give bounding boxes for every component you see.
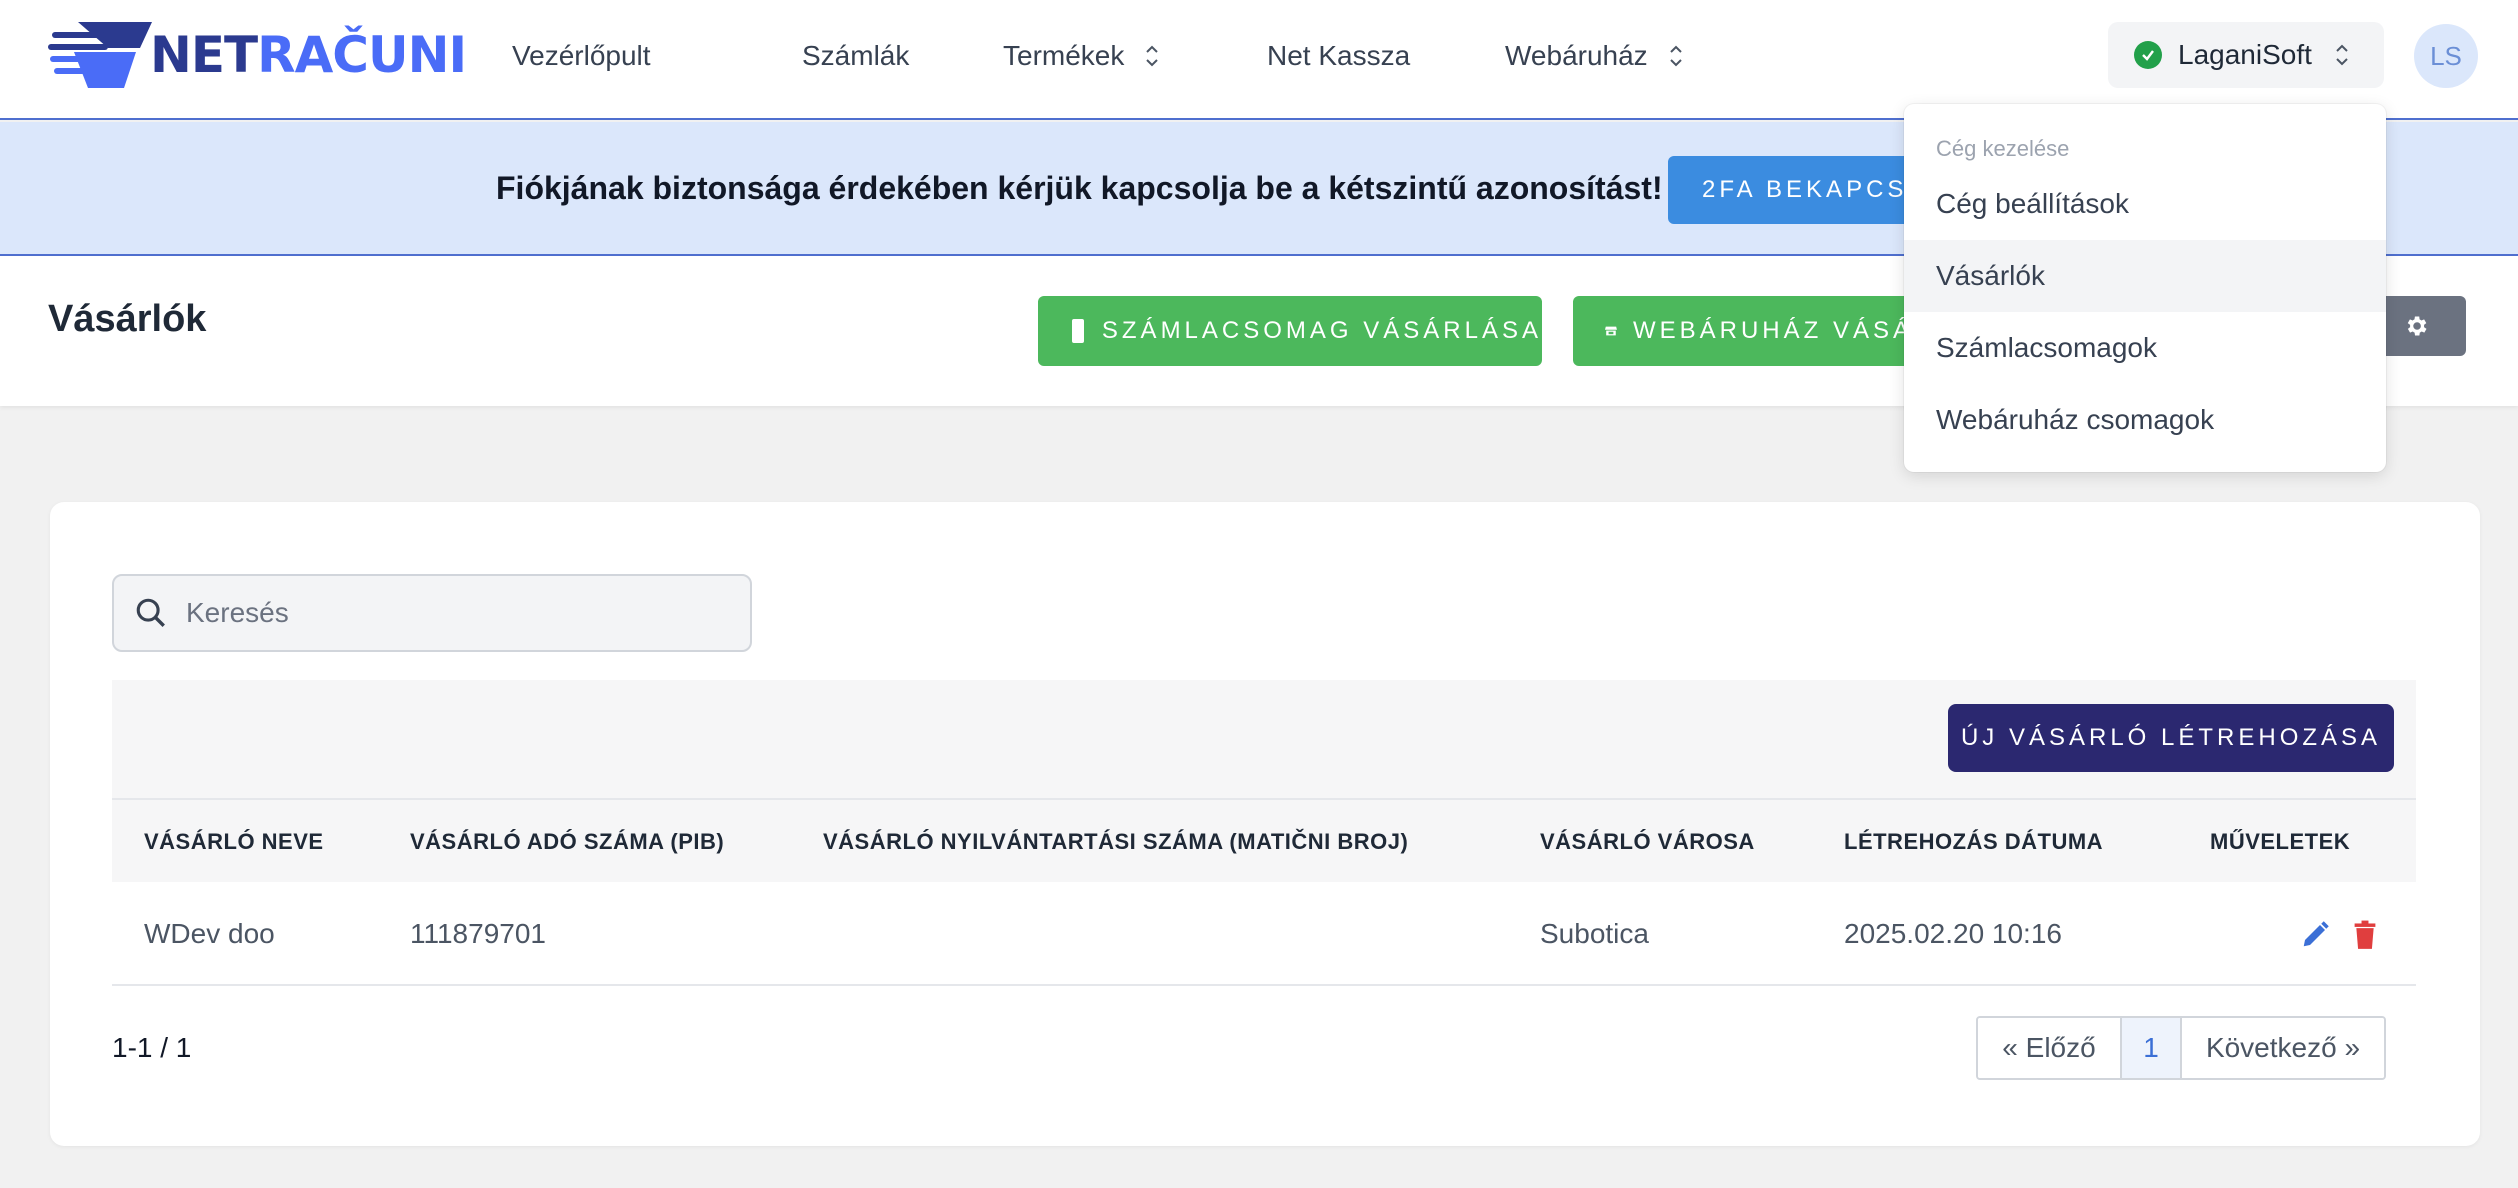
cell-created: 2025.02.20 10:16 [1844, 918, 2062, 949]
table-row: WDev doo 111879701 Subotica 2025.02.20 1… [112, 882, 2416, 986]
pagination-prev[interactable]: « Előző [1978, 1018, 2120, 1078]
cell-city: Subotica [1540, 918, 1649, 949]
check-circle-icon [2134, 41, 2162, 69]
buy-invoice-package-label: SZÁMLACSOMAG VÁSÁRLÁSA [1101, 317, 1542, 344]
company-name: LaganiSoft [2178, 39, 2312, 70]
customers-card: ÚJ VÁSÁRLÓ LÉTREHOZÁSA VÁSÁRLÓ NEVE VÁSÁ… [50, 502, 2480, 1146]
nav-net-kassza-label: Net Kassza [1267, 40, 1411, 71]
gear-icon [2407, 316, 2427, 336]
nav-webshop[interactable]: Webáruház [1505, 36, 1684, 76]
receipt-icon [1072, 319, 1084, 343]
table-header: VÁSÁRLÓ NEVE VÁSÁRLÓ ADÓ SZÁMA (PIB) VÁS… [112, 798, 2416, 882]
nav-net-kassza[interactable]: Net Kassza [1267, 36, 1410, 76]
search-input[interactable] [186, 597, 726, 629]
buy-invoice-package-button[interactable]: SZÁMLACSOMAG VÁSÁRLÁSA [1038, 296, 1542, 366]
delete-button[interactable] [2348, 918, 2382, 952]
logo-text: NETRAČUNI [150, 26, 467, 84]
menu-item-company-settings[interactable]: Cég beállítások [1904, 168, 2386, 240]
pagination-page-1[interactable]: 1 [2120, 1018, 2182, 1078]
avatar[interactable]: LS [2414, 24, 2478, 88]
chevron-up-down-icon [2336, 44, 2348, 66]
nav-products[interactable]: Termékek [1003, 36, 1160, 76]
column-header-created[interactable]: LÉTREHOZÁS DÁTUMA [1844, 800, 2103, 884]
menu-item-customers[interactable]: Vásárlók [1904, 240, 2386, 312]
logo[interactable]: NETRAČUNI [48, 18, 467, 92]
company-switcher-button[interactable]: LaganiSoft [2108, 22, 2384, 88]
nav-dashboard-label: Vezérlőpult [512, 40, 651, 71]
result-count: 1-1 / 1 [112, 1032, 192, 1063]
search-icon [136, 598, 165, 627]
pagination: « Előző 1 Következő » [1976, 1016, 2386, 1080]
column-header-mb[interactable]: VÁSÁRLÓ NYILVÁNTARTÁSI SZÁMA (MATIČNI BR… [823, 800, 1408, 884]
page-title: Vásárlók [48, 298, 207, 340]
enable-2fa-button[interactable]: 2FA BEKAPCSO [1668, 156, 1928, 224]
top-navbar: NETRAČUNI Vezérlőpult Számlák Termékek N… [0, 0, 2518, 120]
store-icon [1605, 326, 1617, 336]
chevron-up-down-icon [1146, 45, 1159, 67]
nav-invoices-label: Számlák [802, 40, 910, 71]
nav-webshop-label: Webáruház [1505, 40, 1648, 71]
logo-text-net: NET [150, 26, 258, 84]
company-dropdown-menu: Cég kezelése Cég beállítások Vásárlók Sz… [1904, 104, 2386, 472]
pagination-next[interactable]: Következő » [2182, 1018, 2384, 1078]
pencil-icon [2303, 921, 2329, 947]
nav-products-label: Termékek [1003, 40, 1125, 71]
column-header-actions: MŰVELETEK [2210, 829, 2351, 854]
new-customer-button[interactable]: ÚJ VÁSÁRLÓ LÉTREHOZÁSA [1948, 704, 2394, 772]
dropdown-header: Cég kezelése [1936, 136, 2070, 161]
column-header-pib[interactable]: VÁSÁRLÓ ADÓ SZÁMA (PIB) [410, 800, 724, 884]
buy-webshop-package-label: WEBÁRUHÁZ VÁSÁ [1632, 317, 1913, 344]
edit-button[interactable] [2298, 918, 2332, 952]
column-header-name[interactable]: VÁSÁRLÓ NEVE [144, 800, 324, 884]
cell-name: WDev doo [144, 918, 275, 949]
nav-dashboard[interactable]: Vezérlőpult [512, 36, 651, 76]
nav-invoices[interactable]: Számlák [802, 36, 909, 76]
banner-text: Fiókjának biztonsága érdekében kérjük ka… [496, 170, 1663, 206]
menu-item-webshop-packages[interactable]: Webáruház csomagok [1904, 384, 2386, 456]
search-box [112, 574, 752, 652]
trash-icon [2354, 920, 2376, 949]
buy-webshop-package-button[interactable]: WEBÁRUHÁZ VÁSÁ [1573, 296, 1913, 366]
chevron-up-down-icon [1669, 45, 1682, 67]
column-header-city[interactable]: VÁSÁRLÓ VÁROSA [1540, 800, 1755, 884]
logo-mark-icon [48, 22, 152, 88]
menu-item-invoice-packages[interactable]: Számlacsomagok [1904, 312, 2386, 384]
logo-text-racuni: RAČUNI [257, 26, 467, 84]
table-toolbar: ÚJ VÁSÁRLÓ LÉTREHOZÁSA [112, 680, 2416, 798]
cell-pib: 111879701 [410, 918, 546, 949]
